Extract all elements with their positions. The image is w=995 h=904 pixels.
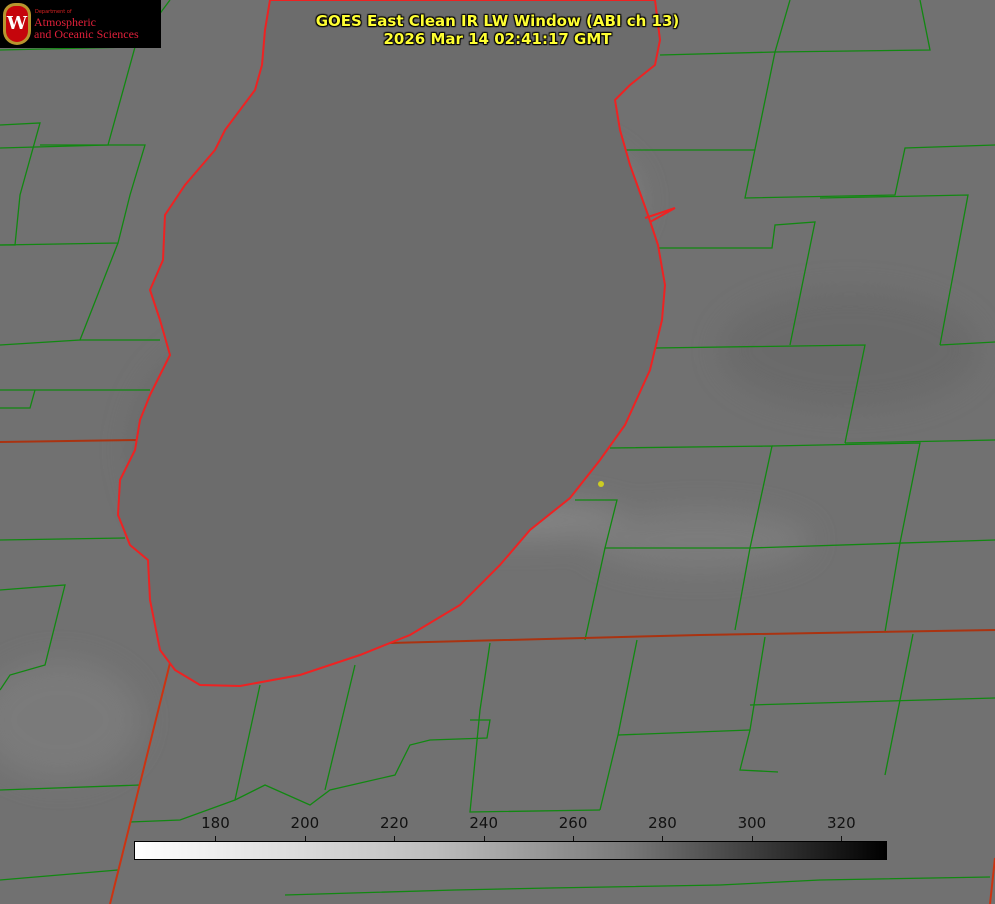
colorbar-tick-mark [752,836,753,841]
colorbar-tick-label: 180 [201,814,230,832]
colorbar-tick-mark [841,836,842,841]
colorbar-tick-mark [215,836,216,841]
colorbar-tick-label: 240 [469,814,498,832]
colorbar-tick-mark [662,836,663,841]
colorbar [134,841,887,860]
colorbar-tick-label: 320 [827,814,856,832]
image-timestamp: 2026 Mar 14 02:41:17 GMT [0,30,995,48]
colorbar-tick-label: 300 [738,814,767,832]
colorbar-tick-label: 220 [380,814,409,832]
image-title: GOES East Clean IR LW Window (ABI ch 13) [0,12,995,30]
colorbar-tick-mark [484,836,485,841]
colorbar-tick-mark [394,836,395,841]
location-marker [598,481,604,487]
satellite-image: W Department of Atmospheric and Oceanic … [0,0,995,904]
colorbar-tick-mark [573,836,574,841]
colorbar-tick-mark [305,836,306,841]
colorbar-tick-label: 260 [559,814,588,832]
colorbar-tick-label: 200 [291,814,320,832]
colorbar-tick-label: 280 [648,814,677,832]
map-canvas [0,0,995,904]
